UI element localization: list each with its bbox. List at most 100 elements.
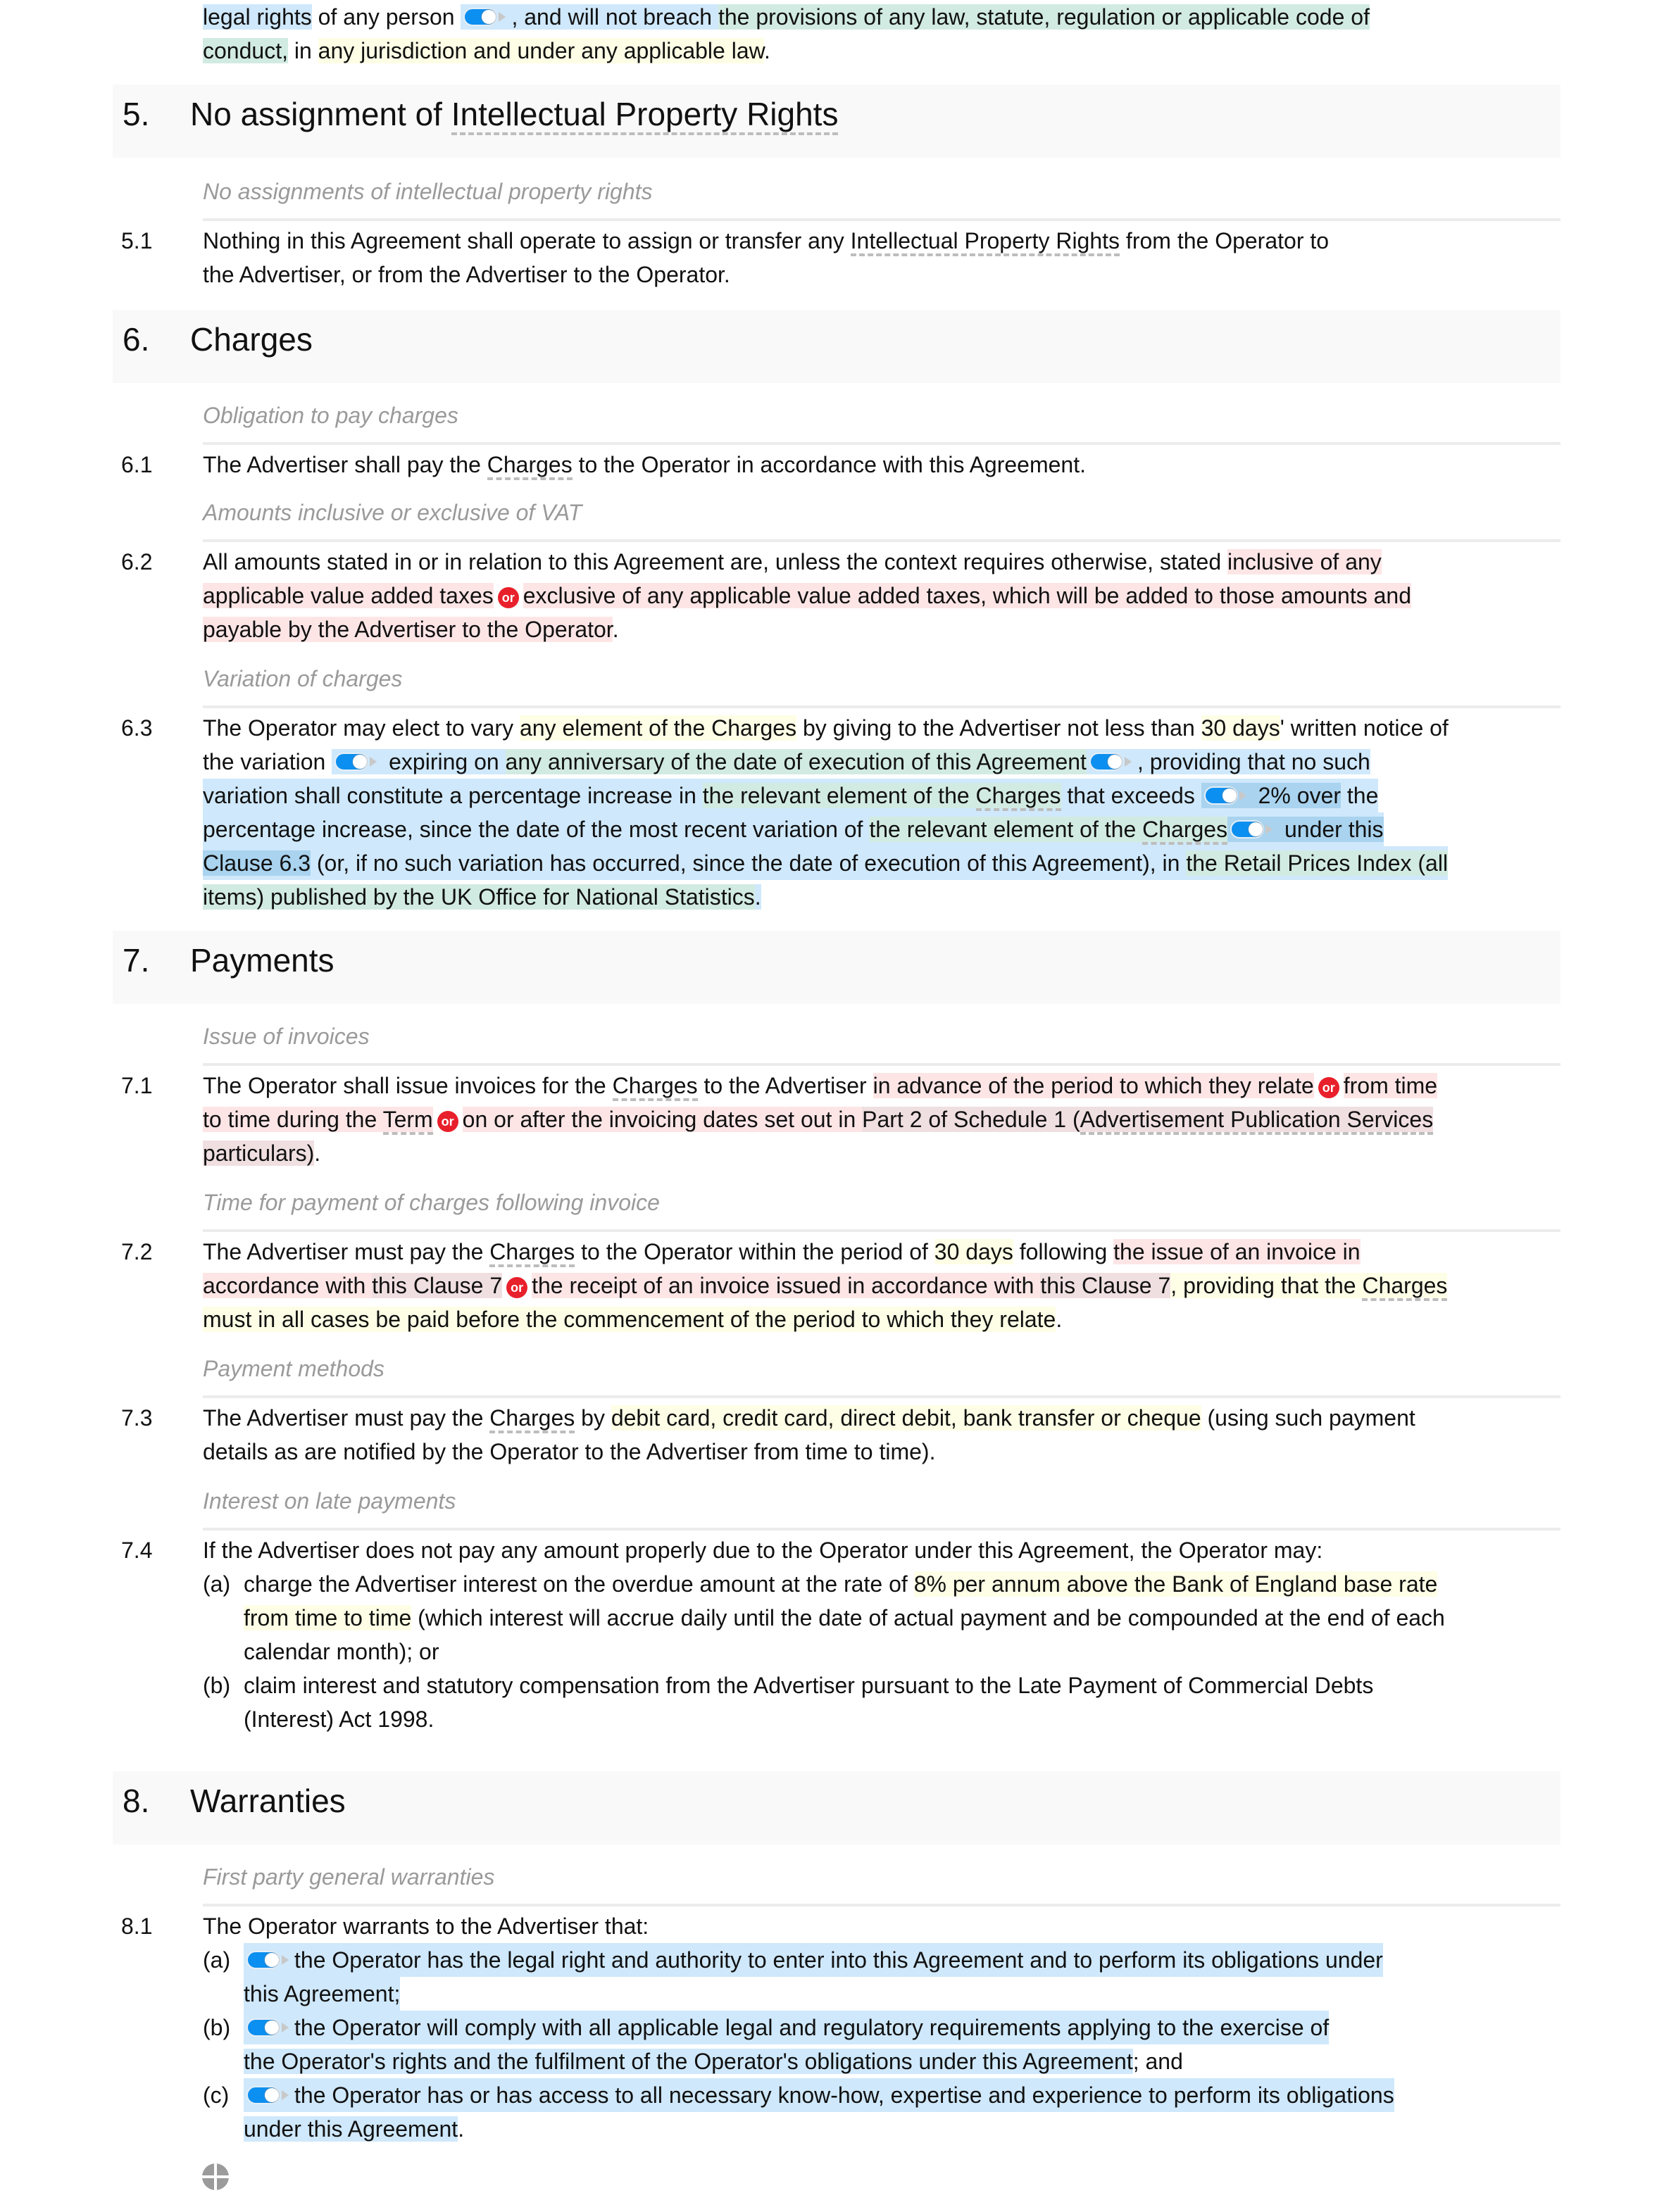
or-badge[interactable]: or bbox=[497, 587, 519, 608]
option-block[interactable]: expiring on any anniversary of the date … bbox=[332, 749, 1370, 774]
defined-term[interactable]: Charges bbox=[1362, 1273, 1448, 1301]
defined-term[interactable]: Term bbox=[382, 1107, 433, 1135]
clause-6-2: All amounts stated in or in relation to … bbox=[203, 549, 1411, 642]
section-heading-8: 8. Warranties bbox=[113, 1771, 1561, 1845]
section-title: Payments bbox=[190, 942, 334, 979]
option-text[interactable]: exclusive of any applicable value added … bbox=[523, 583, 1411, 608]
intro-line-1: legal rights of any person , and will no… bbox=[203, 4, 1370, 30]
clause-subheading: First party general warranties bbox=[203, 1860, 1561, 1906]
clause-subheading: No assignments of intellectual property … bbox=[203, 175, 1561, 221]
toggle-switch-icon[interactable] bbox=[1089, 751, 1134, 772]
option-block[interactable]: Clause 6.3 (or, if no such variation has… bbox=[203, 846, 1449, 880]
clause-5-1: Nothing in this Agreement shall operate … bbox=[203, 228, 1330, 287]
option-text[interactable]: legal rights bbox=[203, 4, 312, 30]
option-text[interactable]: the receipt of an invoice issued in acco… bbox=[532, 1273, 1171, 1298]
cross-reference[interactable]: particulars) bbox=[203, 1140, 315, 1166]
toggle-switch-icon[interactable] bbox=[246, 2085, 292, 2106]
editable-text[interactable]: from time to time bbox=[244, 1605, 412, 1630]
variable-text[interactable]: the provisions of any law, statute, regu… bbox=[718, 4, 1370, 30]
option-text[interactable]: payable by the Advertiser to the Operato… bbox=[203, 617, 613, 642]
option-text[interactable]: inclusive of any bbox=[1227, 549, 1382, 574]
editable-text[interactable]: any jurisdiction and under any applicabl… bbox=[318, 38, 764, 63]
toggle-switch-icon[interactable] bbox=[246, 1949, 292, 1971]
editable-text[interactable]: 8% per annum above the Bank of England b… bbox=[913, 1571, 1438, 1597]
section-number: 7. bbox=[123, 942, 150, 979]
section-title: Warranties bbox=[190, 1783, 346, 1819]
or-badge[interactable]: or bbox=[506, 1277, 528, 1298]
toggle-switch-icon[interactable] bbox=[246, 2017, 292, 2038]
option-block[interactable]: the Operator has the legal right and aut… bbox=[244, 1943, 1383, 1977]
section-heading-6: 6. Charges bbox=[113, 310, 1561, 383]
toggle-switch-icon[interactable] bbox=[1203, 785, 1249, 806]
clause-subheading: Interest on late payments bbox=[203, 1484, 1561, 1531]
defined-term[interactable]: Charges bbox=[1142, 817, 1228, 845]
cross-reference[interactable]: Clause 6.3 bbox=[203, 850, 311, 876]
option-text[interactable]: on or after the invoicing dates set out … bbox=[462, 1107, 1434, 1135]
defined-term[interactable]: Charges bbox=[975, 783, 1061, 811]
defined-term[interactable]: Charges bbox=[612, 1073, 698, 1101]
clause-8-1-intro: The Operator warrants to the Advertiser … bbox=[203, 1913, 649, 1939]
clause-number: 6.1 bbox=[121, 452, 153, 477]
option-text[interactable]: in advance of the period to which they r… bbox=[873, 1073, 1314, 1098]
option-block[interactable]: , and will not breach bbox=[461, 4, 718, 30]
toggle-switch-icon[interactable] bbox=[1230, 819, 1275, 840]
option-text[interactable]: accordance with this Clause 7 bbox=[203, 1273, 503, 1298]
clause-number: 6.2 bbox=[121, 549, 153, 574]
variable-text[interactable]: the relevant element of the Charges bbox=[702, 783, 1061, 811]
cross-reference[interactable]: this Clause 7 bbox=[372, 1273, 503, 1298]
clause-subheading: Variation of charges bbox=[203, 662, 1561, 708]
subclause-7-4-b: claim interest and statutory compensatio… bbox=[244, 1673, 1374, 1732]
variable-text[interactable]: the Retail Prices Index (all bbox=[1186, 850, 1449, 876]
clause-subheading: Time for payment of charges following in… bbox=[203, 1186, 1561, 1232]
clause-subheading: Obligation to pay charges bbox=[203, 398, 1561, 445]
subclause-label: (a) bbox=[203, 1947, 231, 1973]
editable-text[interactable]: debit card, credit card, direct debit, b… bbox=[611, 1405, 1201, 1431]
subclause-label: (b) bbox=[203, 2015, 231, 2040]
toggle-switch-icon[interactable] bbox=[463, 6, 508, 27]
cross-reference[interactable]: this Clause 7 bbox=[1040, 1273, 1171, 1298]
option-block[interactable]: percentage increase, since the date of t… bbox=[203, 812, 1384, 846]
clause-7-1: The Operator shall issue invoices for th… bbox=[203, 1073, 1438, 1166]
section-title: No assignment of Intellectual Property R… bbox=[190, 94, 839, 135]
clause-subheading: Payment methods bbox=[203, 1352, 1561, 1398]
defined-term[interactable]: Charges bbox=[489, 1405, 575, 1433]
variable-text[interactable]: the relevant element of the Charges bbox=[869, 817, 1228, 845]
variable-text[interactable]: any anniversary of the date of execution… bbox=[505, 749, 1087, 774]
clause-7-2: The Advertiser must pay the Charges to t… bbox=[203, 1239, 1448, 1332]
option-block[interactable]: variation shall constitute a percentage … bbox=[203, 779, 1379, 812]
variable-text[interactable]: conduct, bbox=[203, 38, 288, 63]
editable-text[interactable]: 30 days bbox=[1201, 715, 1280, 741]
subclause-8-1-b: the Operator will comply with all applic… bbox=[244, 2011, 1553, 2078]
option-text[interactable]: from time bbox=[1343, 1073, 1438, 1098]
move-handle-icon[interactable] bbox=[201, 2163, 230, 2191]
defined-term[interactable]: Charges bbox=[487, 452, 573, 480]
variable-text[interactable]: items) published by the UK Office for Na… bbox=[203, 884, 755, 910]
defined-term[interactable]: Intellectual Property Rights bbox=[850, 228, 1120, 256]
clause-6-3: The Operator may elect to vary any eleme… bbox=[203, 715, 1449, 910]
clause-6-1: The Advertiser shall pay the Charges to … bbox=[203, 448, 1569, 482]
or-badge[interactable]: or bbox=[1318, 1077, 1339, 1098]
or-badge[interactable]: or bbox=[437, 1111, 458, 1132]
cross-reference[interactable]: Part 2 of Schedule 1 (Advertisement Publ… bbox=[862, 1107, 1434, 1135]
defined-term[interactable]: Charges bbox=[489, 1239, 575, 1267]
clause-number: 7.1 bbox=[121, 1073, 153, 1098]
subclause-label: (b) bbox=[203, 1673, 231, 1698]
option-block[interactable]: the Operator will comply with all applic… bbox=[244, 2011, 1330, 2044]
editable-text[interactable]: must in all cases be paid before the com… bbox=[203, 1307, 1056, 1332]
toggle-switch-icon[interactable] bbox=[334, 751, 380, 772]
editable-text[interactable]: 30 days bbox=[934, 1239, 1013, 1264]
subclause-7-4-a: charge the Advertiser interest on the ov… bbox=[244, 1571, 1445, 1664]
section-number: 6. bbox=[123, 321, 150, 358]
subclause-label: (a) bbox=[203, 1571, 231, 1597]
option-text[interactable]: to time during the Term bbox=[203, 1107, 433, 1135]
defined-term[interactable]: Intellectual Property Rights bbox=[451, 96, 839, 135]
option-text[interactable]: the issue of an invoice in bbox=[1113, 1239, 1361, 1264]
clause-number: 5.1 bbox=[121, 228, 153, 253]
section-number: 8. bbox=[123, 1783, 150, 1819]
editable-text[interactable]: any element of the Charges bbox=[519, 715, 797, 741]
option-block[interactable]: the Operator has or has access to all ne… bbox=[244, 2078, 1394, 2112]
defined-term[interactable]: Advertisement Publication Services bbox=[1080, 1107, 1434, 1135]
option-text[interactable]: applicable value added taxes bbox=[203, 583, 494, 608]
clause-subheading: Amounts inclusive or exclusive of VAT bbox=[203, 496, 1561, 542]
editable-text[interactable]: , providing that the Charges bbox=[1170, 1273, 1448, 1301]
